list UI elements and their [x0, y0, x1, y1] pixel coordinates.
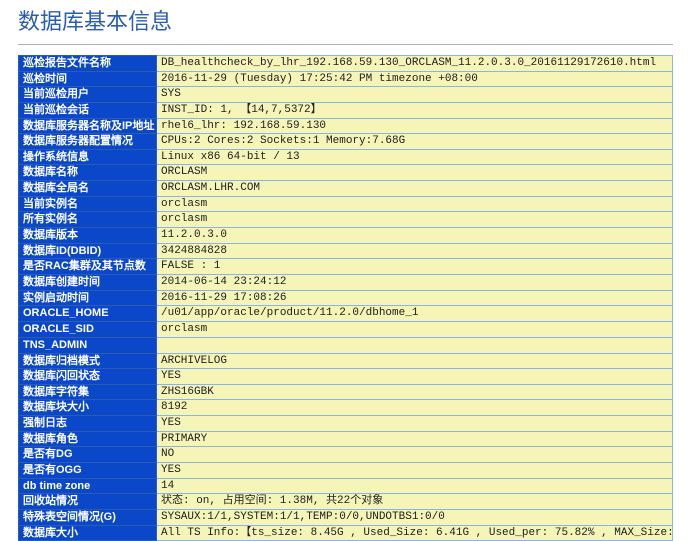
row-label: TNS_ADMIN	[19, 337, 157, 353]
table-row: 数据库全局名ORCLASM.LHR.COM	[19, 181, 673, 197]
table-row: 数据库字符集ZHS16GBK	[19, 384, 673, 400]
row-value: orclasm	[157, 212, 673, 228]
row-label: 操作系统信息	[19, 149, 157, 165]
table-row: ORACLE_HOME/u01/app/oracle/product/11.2.…	[19, 306, 673, 322]
row-value: YES	[157, 463, 673, 479]
row-value: orclasm	[157, 196, 673, 212]
table-row: 实例启动时间2016-11-29 17:08:26	[19, 290, 673, 306]
row-value: YES	[157, 416, 673, 432]
row-value: ORCLASM	[157, 165, 673, 181]
row-label: 数据库字符集	[19, 384, 157, 400]
row-value: 2014-06-14 23:24:12	[157, 274, 673, 290]
table-row: 是否RAC集群及其节点数FALSE : 1	[19, 259, 673, 275]
table-row: 数据库块大小8192	[19, 400, 673, 416]
table-row: 数据库ID(DBID)3424884828	[19, 243, 673, 259]
row-value: /u01/app/oracle/product/11.2.0/dbhome_1	[157, 306, 673, 322]
table-row: 回收站情况状态: on, 占用空间: 1.38M, 共22个对象	[19, 494, 673, 510]
row-label: 数据库块大小	[19, 400, 157, 416]
info-table: 巡检报告文件名称DB_healthcheck_by_lhr_192.168.59…	[18, 55, 673, 541]
row-label: 数据库服务器配置情况	[19, 134, 157, 150]
row-label: 特殊表空间情况(G)	[19, 509, 157, 525]
table-row: 巡检报告文件名称DB_healthcheck_by_lhr_192.168.59…	[19, 56, 673, 72]
table-row: db time zone14	[19, 478, 673, 494]
row-value: All TS Info:【ts_size: 8.45G , Used_Size:…	[157, 525, 673, 541]
row-label: db time zone	[19, 478, 157, 494]
row-label: 是否有OGG	[19, 463, 157, 479]
row-label: 当前实例名	[19, 196, 157, 212]
row-label: 实例启动时间	[19, 290, 157, 306]
row-label: 数据库归档模式	[19, 353, 157, 369]
row-value: ZHS16GBK	[157, 384, 673, 400]
table-row: 当前巡检会话INST_ID: 1, 【14,7,5372】	[19, 102, 673, 118]
row-value: 8192	[157, 400, 673, 416]
row-value: 2016-11-29 (Tuesday) 17:25:42 PM timezon…	[157, 71, 673, 87]
row-value: ARCHIVELOG	[157, 353, 673, 369]
row-value: DB_healthcheck_by_lhr_192.168.59.130_ORC…	[157, 56, 673, 72]
row-label: 巡检报告文件名称	[19, 56, 157, 72]
row-value: 11.2.0.3.0	[157, 228, 673, 244]
table-row: TNS_ADMIN	[19, 337, 673, 353]
row-value: NO	[157, 447, 673, 463]
row-value: Linux x86 64-bit / 13	[157, 149, 673, 165]
row-value: 3424884828	[157, 243, 673, 259]
table-row: 数据库名称ORCLASM	[19, 165, 673, 181]
row-label: ORACLE_SID	[19, 321, 157, 337]
table-row: 数据库创建时间2014-06-14 23:24:12	[19, 274, 673, 290]
row-value: SYS	[157, 87, 673, 103]
row-value: ORCLASM.LHR.COM	[157, 181, 673, 197]
row-value: SYSAUX:1/1,SYSTEM:1/1,TEMP:0/0,UNDOTBS1:…	[157, 509, 673, 525]
table-row: 数据库服务器配置情况CPUs:2 Cores:2 Sockets:1 Memor…	[19, 134, 673, 150]
row-value: PRIMARY	[157, 431, 673, 447]
row-value: YES	[157, 369, 673, 385]
row-value: 2016-11-29 17:08:26	[157, 290, 673, 306]
row-value: FALSE : 1	[157, 259, 673, 275]
table-row: 当前巡检用户SYS	[19, 87, 673, 103]
row-label: 是否有DG	[19, 447, 157, 463]
table-row: 是否有DGNO	[19, 447, 673, 463]
table-row: 数据库闪回状态YES	[19, 369, 673, 385]
row-label: 强制日志	[19, 416, 157, 432]
page-title: 数据库基本信息	[18, 4, 673, 38]
row-label: 所有实例名	[19, 212, 157, 228]
table-row: 数据库版本11.2.0.3.0	[19, 228, 673, 244]
table-row: 是否有OGGYES	[19, 463, 673, 479]
table-row: 特殊表空间情况(G)SYSAUX:1/1,SYSTEM:1/1,TEMP:0/0…	[19, 509, 673, 525]
row-label: 数据库服务器名称及IP地址	[19, 118, 157, 134]
row-label: 数据库全局名	[19, 181, 157, 197]
row-label: 数据库角色	[19, 431, 157, 447]
row-value: INST_ID: 1, 【14,7,5372】	[157, 102, 673, 118]
table-row: 数据库大小All TS Info:【ts_size: 8.45G , Used_…	[19, 525, 673, 541]
row-label: ORACLE_HOME	[19, 306, 157, 322]
row-value	[157, 337, 673, 353]
row-value: rhel6_lhr: 192.168.59.130	[157, 118, 673, 134]
row-label: 巡检时间	[19, 71, 157, 87]
table-row: 所有实例名orclasm	[19, 212, 673, 228]
table-row: 数据库归档模式ARCHIVELOG	[19, 353, 673, 369]
row-label: 回收站情况	[19, 494, 157, 510]
row-value: 状态: on, 占用空间: 1.38M, 共22个对象	[157, 494, 673, 510]
table-row: 数据库角色PRIMARY	[19, 431, 673, 447]
row-label: 数据库版本	[19, 228, 157, 244]
table-row: ORACLE_SIDorclasm	[19, 321, 673, 337]
row-label: 当前巡检会话	[19, 102, 157, 118]
row-label: 数据库大小	[19, 525, 157, 541]
row-label: 数据库ID(DBID)	[19, 243, 157, 259]
row-label: 是否RAC集群及其节点数	[19, 259, 157, 275]
row-label: 数据库创建时间	[19, 274, 157, 290]
row-label: 数据库闪回状态	[19, 369, 157, 385]
table-row: 当前实例名orclasm	[19, 196, 673, 212]
row-value: orclasm	[157, 321, 673, 337]
row-value: CPUs:2 Cores:2 Sockets:1 Memory:7.68G	[157, 134, 673, 150]
row-label: 数据库名称	[19, 165, 157, 181]
table-row: 数据库服务器名称及IP地址rhel6_lhr: 192.168.59.130	[19, 118, 673, 134]
row-label: 当前巡检用户	[19, 87, 157, 103]
table-row: 强制日志YES	[19, 416, 673, 432]
row-value: 14	[157, 478, 673, 494]
table-row: 巡检时间2016-11-29 (Tuesday) 17:25:42 PM tim…	[19, 71, 673, 87]
table-row: 操作系统信息Linux x86 64-bit / 13	[19, 149, 673, 165]
divider	[18, 44, 673, 45]
